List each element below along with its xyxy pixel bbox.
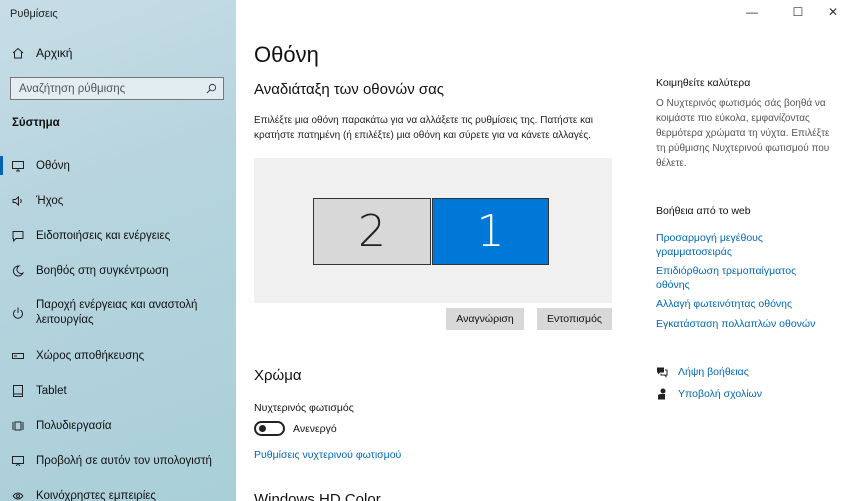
sidebar-item-shared-experiences[interactable]: Κοινόχρηστες εμπειρίες	[0, 478, 236, 501]
sidebar-item-projecting[interactable]: Προβολή σε αυτόν τον υπολογιστή	[0, 443, 236, 478]
sidebar-item-label: Κοινόχρηστες εμπειρίες	[36, 489, 156, 501]
color-heading: Χρώμα	[254, 367, 302, 384]
storage-icon	[12, 352, 24, 359]
night-light-state: Ανενεργό	[293, 423, 337, 435]
night-light-label: Νυχτερινός φωτισμός	[254, 402, 354, 414]
multiple-monitors-link[interactable]: Εγκατάσταση πολλαπλών οθονών	[656, 317, 831, 331]
sidebar-item-label: Χώρος αποθήκευσης	[36, 349, 145, 362]
sidebar-nav: Οθόνη Ήχος Ειδοποιήσεις και ενέργειες Βο…	[0, 148, 236, 501]
sidebar-item-display[interactable]: Οθόνη	[0, 148, 236, 183]
night-light-toggle[interactable]	[254, 421, 285, 436]
app-title: Ρυθμίσεις	[10, 8, 58, 20]
sidebar-item-multitasking[interactable]: Πολυδιεργασία	[0, 408, 236, 443]
sidebar-item-label: Οθόνη	[36, 159, 70, 172]
screen-flicker-link[interactable]: Επιδιόρθωση τρεμοπαίγματος οθόνης	[656, 264, 831, 292]
sidebar-item-label: Ειδοποιήσεις και ενέργειες	[36, 229, 171, 242]
sidebar-item-power-sleep[interactable]: Παροχή ενέργειας και αναστολή λειτουργία…	[0, 288, 236, 338]
sidebar-item-label: Παροχή ενέργειας και αναστολή λειτουργία…	[36, 299, 198, 326]
arrange-heading: Αναδιάταξη των οθονών σας	[254, 81, 445, 98]
power-icon	[13, 307, 23, 319]
moon-icon	[12, 264, 24, 276]
brightness-link[interactable]: Αλλαγή φωτεινότητας οθόνης	[656, 297, 831, 311]
detect-button[interactable]: Εντοπισμός	[537, 308, 612, 330]
hd-color-heading: Windows HD Color	[254, 491, 381, 501]
sidebar-item-storage[interactable]: Χώρος αποθήκευσης	[0, 338, 236, 373]
toggle-knob	[259, 425, 266, 432]
sidebar-item-sound[interactable]: Ήχος	[0, 183, 236, 218]
sidebar-item-label: Πολυδιεργασία	[36, 419, 112, 432]
multitasking-icon	[12, 421, 24, 430]
sidebar-item-label: Προβολή σε αυτόν τον υπολογιστή	[36, 454, 212, 467]
sidebar-item-label: Βοηθός στη συγκέντρωση	[36, 264, 169, 277]
display-arrangement-area[interactable]: 2 1	[254, 158, 612, 303]
sleep-better-heading: Κοιμηθείτε καλύτερα	[656, 77, 751, 89]
web-help-heading: Βοήθεια από το web	[656, 205, 751, 217]
get-help-link[interactable]: Λήψη βοήθειας	[656, 366, 749, 378]
search-placeholder: Αναζήτηση ρύθμισης	[19, 82, 126, 95]
sidebar-item-notifications[interactable]: Ειδοποιήσεις και ενέργειες	[0, 218, 236, 253]
home-link[interactable]: Αρχική	[12, 46, 72, 60]
font-size-link[interactable]: Προσαρμογή μεγέθους γραμματοσειράς	[656, 231, 831, 259]
arrange-description: Επιλέξτε μια οθόνη παρακάτω για να αλλάξ…	[254, 115, 593, 141]
identify-button[interactable]: Αναγνώριση	[446, 308, 524, 330]
sidebar-item-tablet[interactable]: Tablet	[0, 373, 236, 408]
home-label: Αρχική	[36, 46, 73, 60]
sidebar-item-label: Tablet	[36, 384, 67, 397]
feedback-link[interactable]: Υποβολή σχολίων	[656, 388, 762, 400]
night-light-settings-link[interactable]: Ρυθμίσεις νυχτερινού φωτισμού	[254, 449, 401, 461]
tablet-icon	[13, 384, 23, 397]
section-title: Σύστημα	[12, 117, 60, 129]
sidebar: Ρυθμίσεις Αρχική Αναζήτηση ρύθμισης Σύστ…	[0, 0, 236, 501]
monitor-2-tile[interactable]: 2	[313, 198, 431, 265]
sidebar-item-focus-assist[interactable]: Βοηθός στη συγκέντρωση	[0, 253, 236, 288]
home-icon	[12, 47, 24, 59]
sleep-better-text: Ο Νυχτερινός φωτισμός σάς βοηθά να κοιμά…	[656, 98, 830, 169]
page-title: Οθόνη	[254, 42, 319, 67]
monitor-icon	[12, 160, 24, 171]
speaker-icon	[12, 195, 22, 206]
monitor-1-tile[interactable]: 1	[432, 198, 549, 265]
feedback-person-icon	[658, 388, 666, 400]
sidebar-item-label: Ήχος	[36, 194, 64, 207]
help-chat-icon	[657, 367, 668, 378]
projecting-icon	[12, 455, 24, 466]
feedback-label: Υποβολή σχολίων	[678, 388, 763, 400]
notification-icon	[12, 230, 24, 242]
search-icon	[206, 83, 217, 94]
get-help-label: Λήψη βοήθειας	[678, 366, 749, 378]
shared-icon	[12, 492, 24, 499]
search-input[interactable]: Αναζήτηση ρύθμισης	[10, 77, 224, 100]
